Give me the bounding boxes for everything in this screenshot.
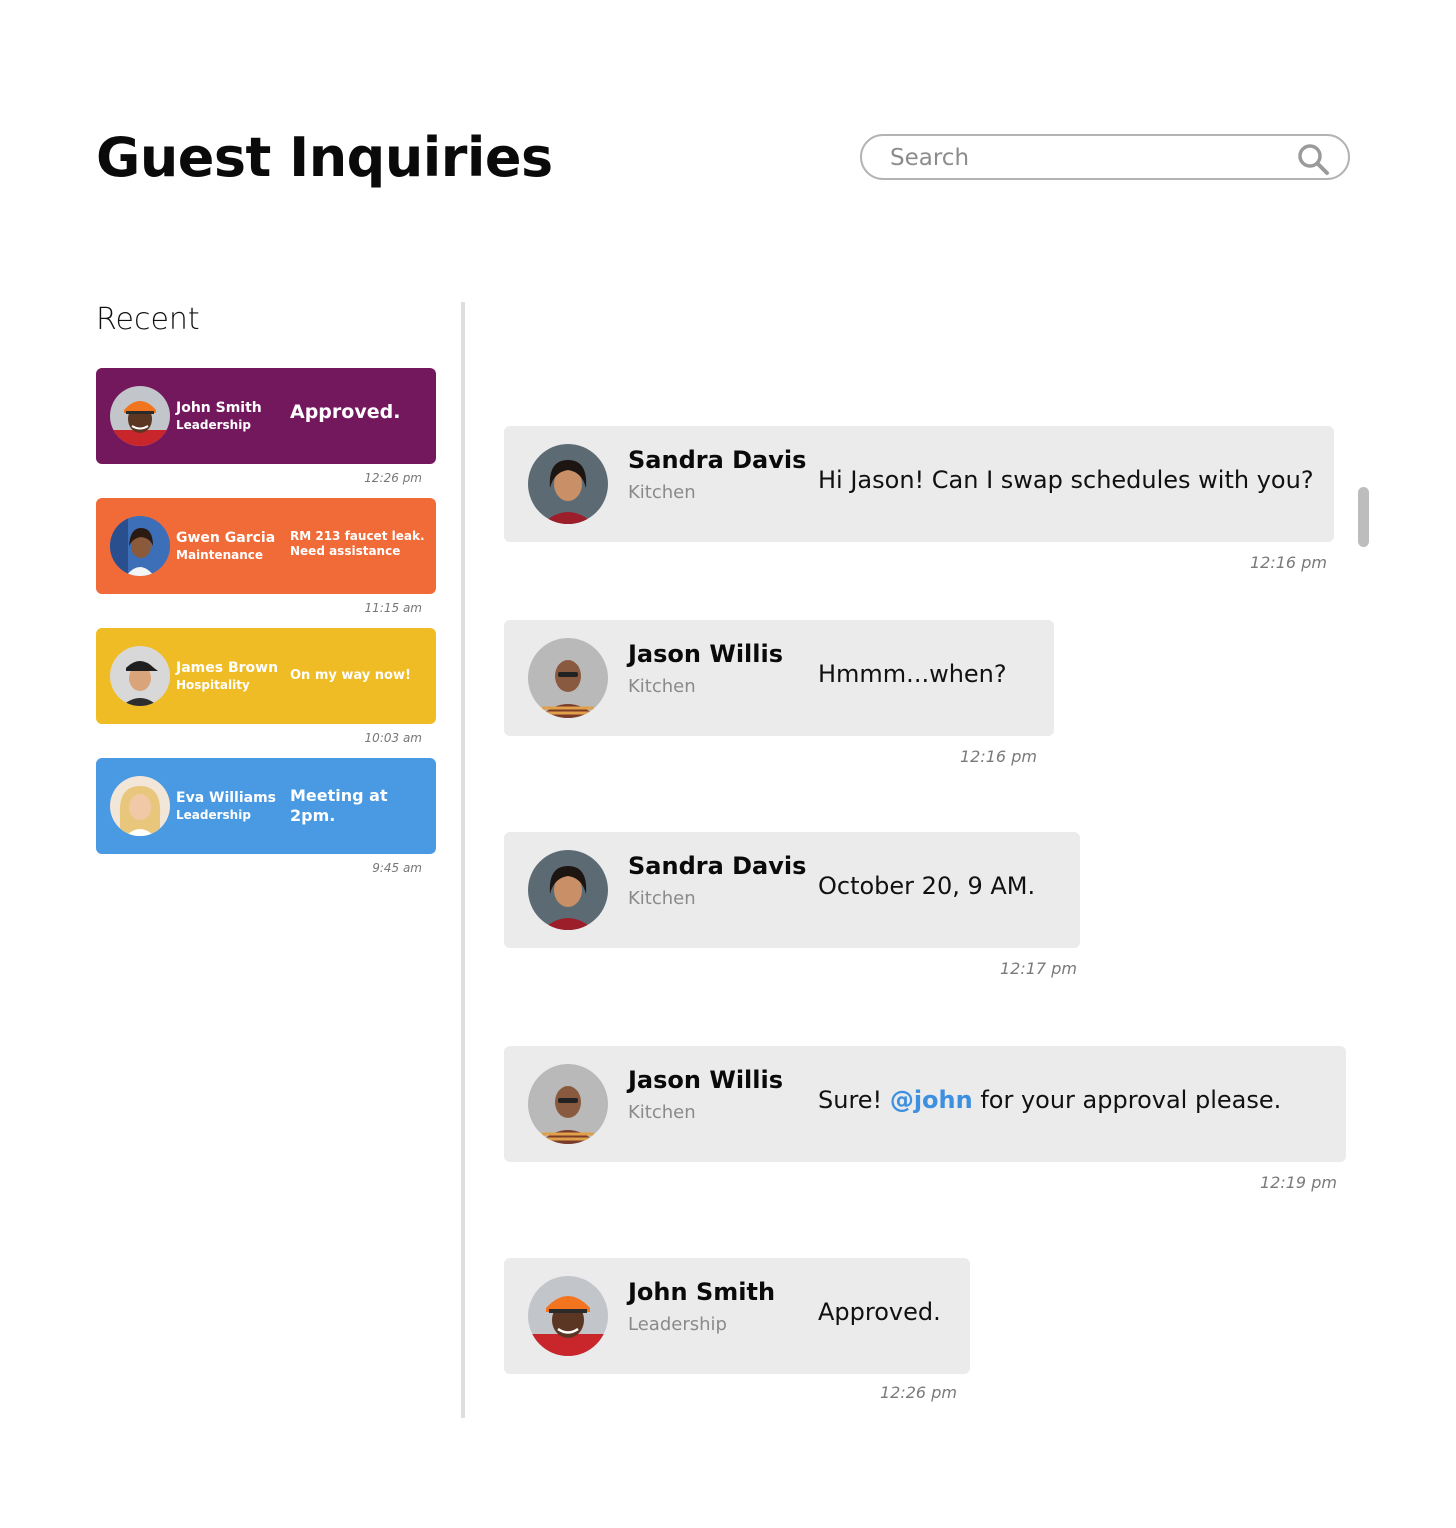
sender-name: Jason Willis bbox=[628, 1066, 784, 1094]
recent-item-message: RM 213 faucet leak. Need assistance bbox=[290, 529, 425, 558]
message-text: Hmmm...when? bbox=[818, 660, 1007, 688]
recent-item-eva-williams[interactable]: Eva Williams Leadership Meeting at 2pm. bbox=[96, 758, 436, 854]
recent-item-time: 11:15 am bbox=[364, 601, 422, 615]
chat-message: Jason Willis Kitchen Sure! @john for you… bbox=[504, 1046, 1346, 1162]
search-input[interactable] bbox=[890, 142, 1290, 174]
sender-dept: Kitchen bbox=[628, 1102, 696, 1123]
recent-item-dept: Leadership bbox=[176, 418, 251, 432]
sender-name: John Smith bbox=[628, 1278, 776, 1306]
avatar bbox=[528, 1276, 608, 1356]
sender-name: Sandra Davis bbox=[628, 852, 807, 880]
recent-item-message: On my way now! bbox=[290, 668, 411, 683]
message-text: Sure! @john for your approval please. bbox=[818, 1086, 1281, 1114]
recent-item-time: 10:03 am bbox=[364, 731, 422, 745]
recent-item-message: Meeting at 2pm. bbox=[290, 786, 388, 825]
search-bar[interactable] bbox=[860, 134, 1350, 180]
message-text-after: for your approval please. bbox=[972, 1086, 1282, 1114]
sender-dept: Kitchen bbox=[628, 676, 696, 697]
search-icon[interactable] bbox=[1296, 142, 1330, 176]
chat-message: Sandra Davis Kitchen October 20, 9 AM. bbox=[504, 832, 1080, 948]
panel-divider bbox=[461, 302, 465, 1418]
message-text: October 20, 9 AM. bbox=[818, 872, 1036, 900]
recent-item-name: Eva Williams bbox=[176, 790, 277, 806]
avatar bbox=[528, 638, 608, 718]
recent-item-dept: Hospitality bbox=[176, 678, 250, 692]
message-time: 12:26 pm bbox=[880, 1383, 957, 1402]
recent-heading: Recent bbox=[96, 302, 200, 337]
message-text: Approved. bbox=[818, 1298, 941, 1326]
recent-item-james-brown[interactable]: James Brown Hospitality On my way now! bbox=[96, 628, 436, 724]
avatar bbox=[528, 850, 608, 930]
recent-item-dept: Maintenance bbox=[176, 548, 264, 562]
sender-dept: Kitchen bbox=[628, 888, 696, 909]
sender-name: Jason Willis bbox=[628, 640, 784, 668]
message-time: 12:19 pm bbox=[1260, 1173, 1337, 1192]
message-text-before: Sure! bbox=[818, 1086, 890, 1114]
avatar bbox=[110, 776, 170, 836]
message-time: 12:16 pm bbox=[960, 747, 1037, 766]
recent-item-name: John Smith bbox=[176, 400, 262, 416]
sender-name: Sandra Davis bbox=[628, 446, 807, 474]
sender-dept: Kitchen bbox=[628, 482, 696, 503]
chat-scrollbar[interactable] bbox=[1358, 487, 1369, 547]
recent-item-dept: Leadership bbox=[176, 808, 251, 822]
chat-message: Sandra Davis Kitchen Hi Jason! Can I swa… bbox=[504, 426, 1334, 542]
recent-item-name: Gwen Garcia bbox=[176, 530, 276, 546]
avatar bbox=[110, 646, 170, 706]
avatar bbox=[110, 386, 170, 446]
chat-message: John Smith Leadership Approved. bbox=[504, 1258, 970, 1374]
recent-item-message: Approved. bbox=[290, 401, 401, 423]
avatar bbox=[528, 444, 608, 524]
recent-item-gwen-garcia[interactable]: Gwen Garcia Maintenance RM 213 faucet le… bbox=[96, 498, 436, 594]
message-time: 12:17 pm bbox=[1000, 959, 1077, 978]
chat-message: Jason Willis Kitchen Hmmm...when? bbox=[504, 620, 1054, 736]
avatar bbox=[528, 1064, 608, 1144]
recent-item-time: 9:45 am bbox=[372, 861, 422, 875]
page-title: Guest Inquiries bbox=[96, 126, 553, 189]
user-mention[interactable]: @john bbox=[890, 1086, 973, 1114]
recent-item-john-smith[interactable]: John Smith Leadership Approved. bbox=[96, 368, 436, 464]
recent-item-time: 12:26 pm bbox=[364, 471, 422, 485]
recent-item-name: James Brown bbox=[176, 660, 279, 676]
message-time: 12:16 pm bbox=[1250, 553, 1327, 572]
message-text: Hi Jason! Can I swap schedules with you? bbox=[818, 466, 1314, 494]
sender-dept: Leadership bbox=[628, 1314, 727, 1335]
avatar bbox=[110, 516, 170, 576]
